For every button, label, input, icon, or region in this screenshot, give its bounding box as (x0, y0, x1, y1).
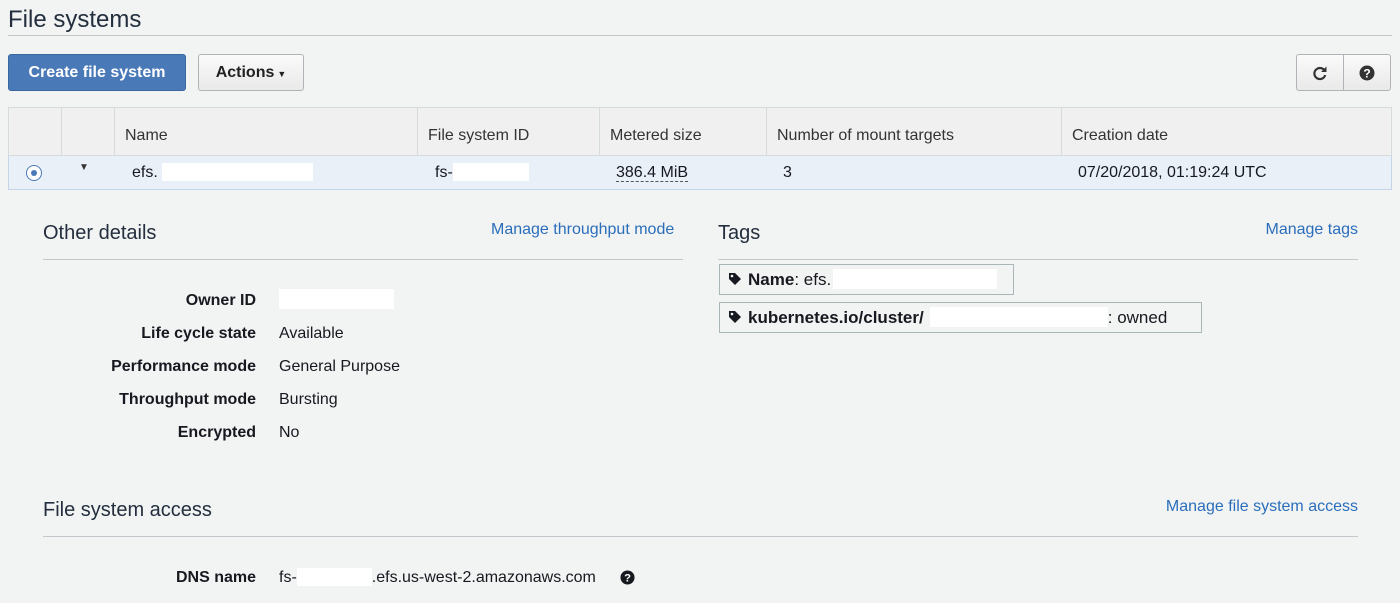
column-header-metered-size[interactable]: Metered size (599, 108, 766, 155)
file-system-access-title: File system access (43, 499, 212, 521)
tag-icon (729, 273, 741, 285)
column-header-creation-date[interactable]: Creation date (1061, 108, 1391, 155)
other-details-title: Other details (43, 222, 157, 244)
actions-label: Actions (215, 63, 275, 81)
fs-id-value: fs- (435, 164, 453, 181)
metered-size-value[interactable]: 386.4 MiB (616, 164, 689, 182)
performance-mode-label: Performance mode (111, 358, 256, 375)
redacted-block (452, 163, 529, 181)
create-file-system-label: Create file system (28, 63, 166, 81)
dns-name-label: DNS name (175, 569, 256, 586)
column-header-mount-targets[interactable]: Number of mount targets (766, 108, 1061, 155)
redacted-block (161, 163, 313, 181)
row-select-radio[interactable] (26, 165, 42, 181)
svg-text:?: ? (1363, 66, 1370, 80)
life-cycle-state-value: Available (279, 325, 344, 342)
dns-name-value: fs- .efs.us-west-2.amazonaws.com (279, 568, 596, 587)
tag-key: kubernetes.io/cluster/ (748, 308, 924, 327)
table-header-row: Name File system ID Metered size Number … (8, 107, 1392, 156)
caret-down-icon: ▼ (277, 68, 287, 79)
svg-text:?: ? (624, 573, 631, 585)
throughput-mode-value: Bursting (279, 391, 338, 408)
create-file-system-button[interactable]: Create file system (8, 54, 186, 91)
throughput-mode-label: Throughput mode (119, 391, 256, 408)
redacted-block (929, 307, 1108, 327)
tag-icon (729, 311, 741, 323)
help-button[interactable]: ? (1343, 54, 1391, 91)
dns-suffix: .efs.us-west-2.amazonaws.com (371, 569, 596, 586)
fs-id-cell: fs- (435, 156, 529, 189)
section-divider (43, 259, 683, 260)
tag-separator: : (1107, 308, 1113, 327)
column-header-name[interactable]: Name (114, 108, 417, 155)
tag-value: efs. (803, 270, 832, 289)
file-systems-table: Name File system ID Metered size Number … (8, 107, 1392, 190)
actions-dropdown-button[interactable]: Actions ▼ (198, 54, 304, 91)
name-cell: efs. (132, 156, 313, 189)
tag-item: kubernetes.io/cluster/: owned (719, 302, 1202, 333)
tag-separator: : (794, 270, 800, 289)
section-divider (43, 536, 1358, 537)
owner-id-value (279, 289, 394, 309)
column-header-fs-id[interactable]: File system ID (417, 108, 599, 155)
title-divider (8, 35, 1392, 36)
expand-column-header (61, 108, 114, 155)
refresh-button[interactable] (1296, 54, 1344, 91)
redacted-block (833, 269, 998, 289)
tag-value: owned (1117, 308, 1168, 327)
mount-targets-value: 3 (783, 164, 792, 181)
performance-mode-value: General Purpose (279, 358, 400, 375)
creation-date-value: 07/20/2018, 01:19:24 UTC (1078, 164, 1267, 181)
expand-caret-icon[interactable]: ▼ (79, 162, 89, 173)
name-value: efs. (132, 164, 158, 181)
dns-prefix: fs- (279, 569, 297, 586)
section-divider (718, 259, 1358, 260)
metered-size-cell: 386.4 MiB (616, 156, 689, 189)
tag-key: Name (748, 270, 795, 289)
life-cycle-state-label: Life cycle state (141, 325, 256, 342)
question-circle-icon: ? (1359, 65, 1375, 80)
owner-id-label: Owner ID (185, 292, 256, 309)
page-title: File systems (8, 6, 142, 33)
encrypted-label: Encrypted (177, 424, 256, 441)
manage-file-system-access-link[interactable]: Manage file system access (1166, 498, 1358, 516)
manage-tags-link[interactable]: Manage tags (1265, 221, 1358, 239)
redacted-block (279, 289, 394, 309)
encrypted-value: No (279, 424, 300, 441)
redacted-block (296, 568, 372, 586)
tag-item: Name: efs. (719, 264, 1014, 295)
manage-throughput-mode-link[interactable]: Manage throughput mode (491, 221, 674, 239)
refresh-icon (1313, 66, 1327, 80)
table-row[interactable]: ▼ efs. fs- 386.4 MiB 3 07/20/2018, 01:19… (8, 156, 1392, 190)
tags-title: Tags (718, 222, 761, 244)
question-circle-icon[interactable]: ? (620, 570, 635, 585)
